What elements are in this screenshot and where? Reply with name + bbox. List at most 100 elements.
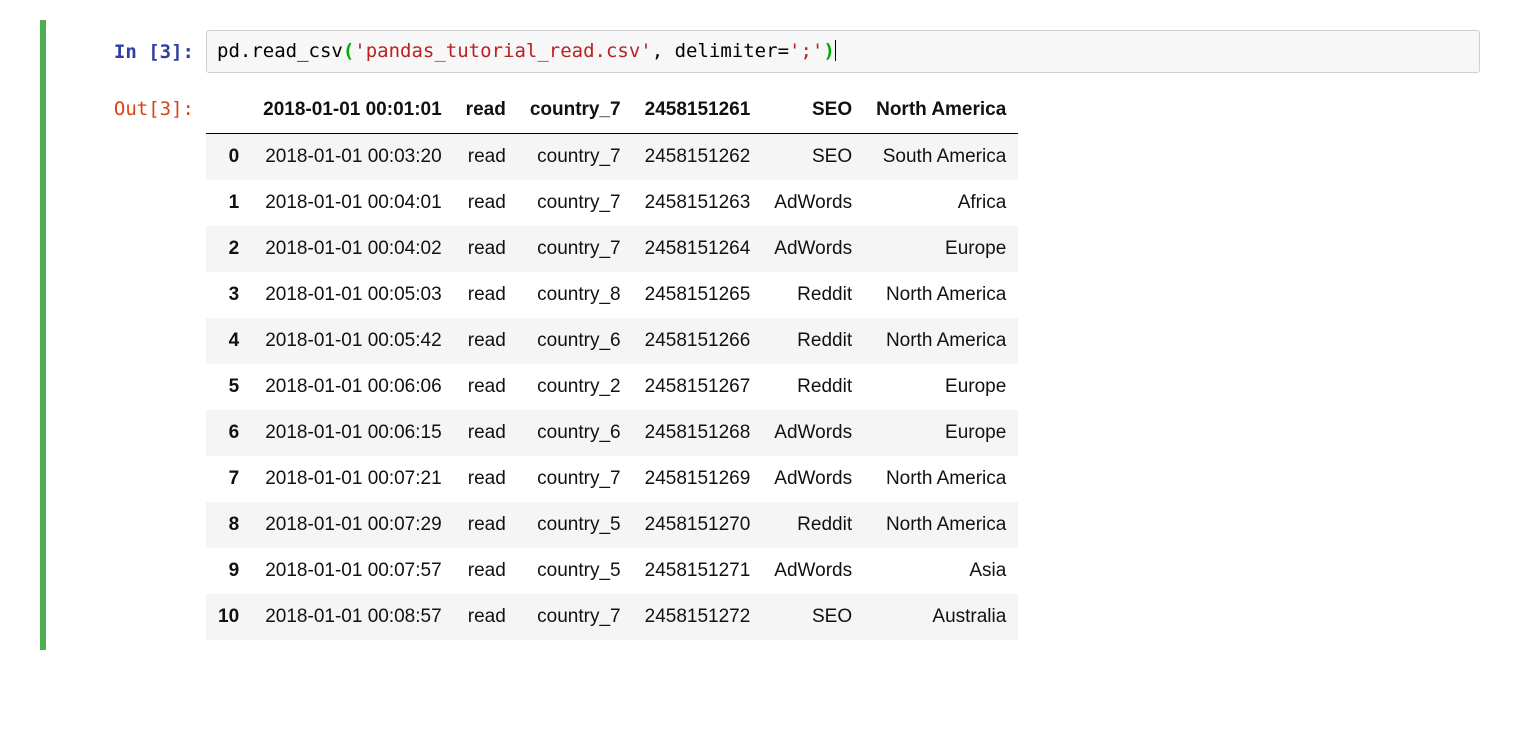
table-cell: country_6 (518, 410, 633, 456)
column-header: 2458151261 (633, 87, 763, 134)
table-cell: 2458151262 (633, 133, 763, 180)
output-prompt: Out[3]: (46, 87, 206, 640)
row-index: 7 (206, 456, 251, 502)
table-row: 22018-01-01 00:04:02readcountry_72458151… (206, 226, 1018, 272)
table-cell: 2018-01-01 00:06:06 (251, 364, 454, 410)
table-cell: 2458151268 (633, 410, 763, 456)
table-cell: read (454, 502, 518, 548)
row-index: 2 (206, 226, 251, 272)
table-cell: SEO (762, 594, 864, 640)
table-row: 32018-01-01 00:05:03readcountry_82458151… (206, 272, 1018, 318)
table-cell: country_5 (518, 548, 633, 594)
table-cell: North America (864, 456, 1018, 502)
output-block: Out[3]: 2018-01-01 00:01:01readcountry_7… (206, 87, 1480, 640)
table-cell: Asia (864, 548, 1018, 594)
table-cell: SEO (762, 133, 864, 180)
code-open-paren: ( (343, 40, 354, 62)
table-cell: country_7 (518, 133, 633, 180)
table-row: 72018-01-01 00:07:21readcountry_72458151… (206, 456, 1018, 502)
table-row: 92018-01-01 00:07:57readcountry_52458151… (206, 548, 1018, 594)
row-index: 0 (206, 133, 251, 180)
dataframe-table: 2018-01-01 00:01:01readcountry_724581512… (206, 87, 1018, 640)
table-cell: North America (864, 502, 1018, 548)
header-row: 2018-01-01 00:01:01readcountry_724581512… (206, 87, 1018, 134)
table-header: 2018-01-01 00:01:01readcountry_724581512… (206, 87, 1018, 134)
column-header: country_7 (518, 87, 633, 134)
row-index: 6 (206, 410, 251, 456)
table-cell: Reddit (762, 272, 864, 318)
table-cell: North America (864, 272, 1018, 318)
table-cell: country_7 (518, 456, 633, 502)
table-cell: country_5 (518, 502, 633, 548)
table-row: 02018-01-01 00:03:20readcountry_72458151… (206, 133, 1018, 180)
table-row: 62018-01-01 00:06:15readcountry_62458151… (206, 410, 1018, 456)
code-keyword: delimiter (675, 40, 778, 62)
notebook-cell: In [3]: pd.read_csv('pandas_tutorial_rea… (40, 20, 1480, 650)
table-cell: 2018-01-01 00:07:57 (251, 548, 454, 594)
table-cell: 2458151264 (633, 226, 763, 272)
table-cell: 2458151267 (633, 364, 763, 410)
table-cell: country_7 (518, 594, 633, 640)
row-index: 9 (206, 548, 251, 594)
code-input[interactable]: pd.read_csv('pandas_tutorial_read.csv', … (206, 30, 1480, 73)
table-cell: read (454, 364, 518, 410)
table-cell: 2018-01-01 00:05:42 (251, 318, 454, 364)
table-cell: 2018-01-01 00:04:02 (251, 226, 454, 272)
table-cell: country_7 (518, 180, 633, 226)
code-string-arg: 'pandas_tutorial_read.csv' (354, 40, 651, 62)
table-cell: South America (864, 133, 1018, 180)
table-cell: North America (864, 318, 1018, 364)
table-cell: AdWords (762, 456, 864, 502)
row-index: 5 (206, 364, 251, 410)
table-cell: 2458151269 (633, 456, 763, 502)
table-cell: AdWords (762, 226, 864, 272)
table-cell: Africa (864, 180, 1018, 226)
table-cell: 2458151270 (633, 502, 763, 548)
table-cell: Reddit (762, 364, 864, 410)
table-cell: 2018-01-01 00:06:15 (251, 410, 454, 456)
table-cell: 2018-01-01 00:04:01 (251, 180, 454, 226)
table-cell: read (454, 548, 518, 594)
table-cell: country_2 (518, 364, 633, 410)
table-cell: 2018-01-01 00:07:29 (251, 502, 454, 548)
table-cell: Australia (864, 594, 1018, 640)
column-header: 2018-01-01 00:01:01 (251, 87, 454, 134)
table-cell: Europe (864, 226, 1018, 272)
column-header: North America (864, 87, 1018, 134)
cell-body: pd.read_csv('pandas_tutorial_read.csv', … (206, 30, 1480, 640)
column-header: read (454, 87, 518, 134)
table-cell: 2018-01-01 00:03:20 (251, 133, 454, 180)
table-cell: Europe (864, 364, 1018, 410)
out-prompt-label: Out[3]: (114, 98, 194, 120)
table-row: 82018-01-01 00:07:29readcountry_52458151… (206, 502, 1018, 548)
table-cell: read (454, 272, 518, 318)
table-cell: read (454, 318, 518, 364)
code-close-paren: ) (823, 40, 834, 62)
code-eq: = (778, 40, 789, 62)
output-area: 2018-01-01 00:01:01readcountry_724581512… (206, 87, 1018, 640)
table-body: 02018-01-01 00:03:20readcountry_72458151… (206, 133, 1018, 640)
table-row: 12018-01-01 00:04:01readcountry_72458151… (206, 180, 1018, 226)
table-cell: 2018-01-01 00:05:03 (251, 272, 454, 318)
table-cell: 2458151263 (633, 180, 763, 226)
row-index: 10 (206, 594, 251, 640)
table-cell: read (454, 456, 518, 502)
table-cell: 2458151266 (633, 318, 763, 364)
table-cell: read (454, 133, 518, 180)
table-cell: read (454, 410, 518, 456)
row-index: 4 (206, 318, 251, 364)
table-cell: country_7 (518, 226, 633, 272)
table-cell: 2018-01-01 00:08:57 (251, 594, 454, 640)
table-cell: read (454, 594, 518, 640)
code-string-arg-2: ';' (789, 40, 823, 62)
row-index: 1 (206, 180, 251, 226)
table-cell: 2458151272 (633, 594, 763, 640)
code-comma: , (652, 40, 675, 62)
row-index: 3 (206, 272, 251, 318)
table-cell: Reddit (762, 318, 864, 364)
table-cell: country_6 (518, 318, 633, 364)
table-cell: AdWords (762, 180, 864, 226)
in-prompt-label: In [3]: (114, 41, 194, 63)
table-cell: AdWords (762, 410, 864, 456)
table-cell: 2018-01-01 00:07:21 (251, 456, 454, 502)
